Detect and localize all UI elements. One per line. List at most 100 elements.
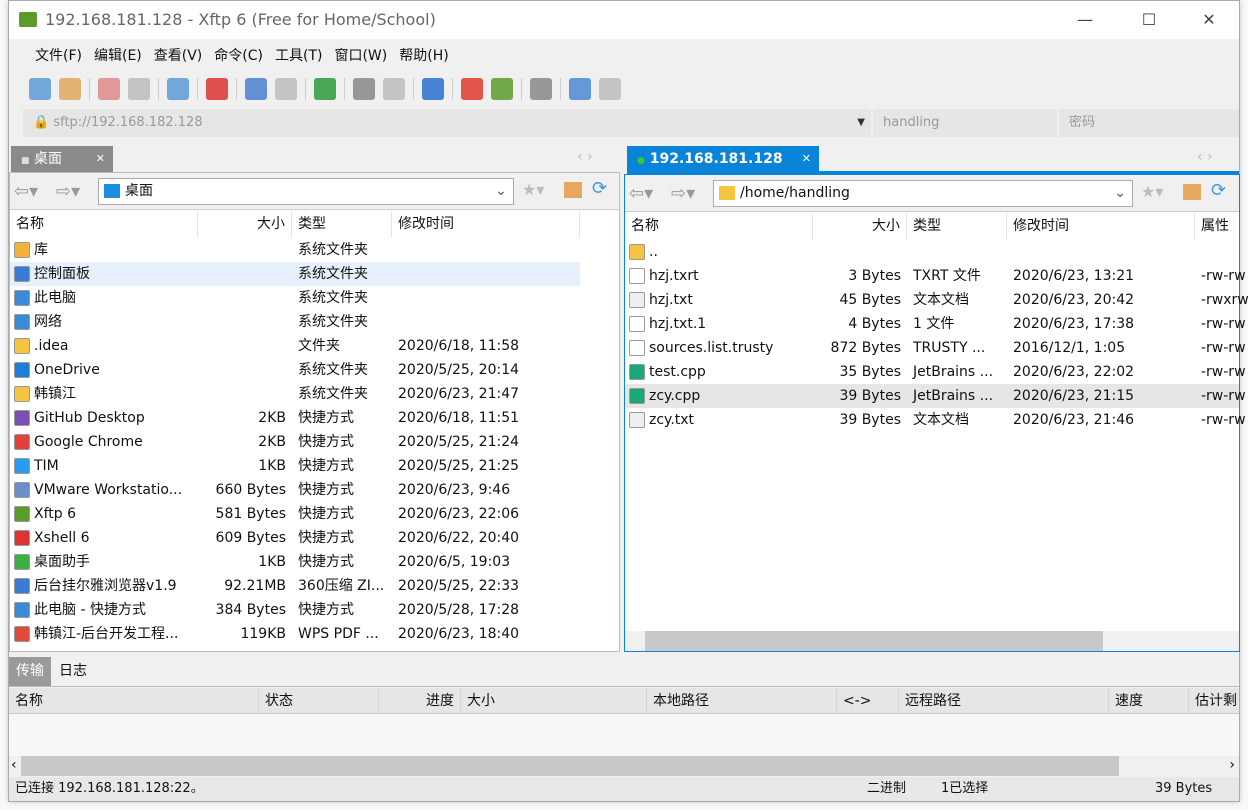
file-row[interactable]: 库 系统文件夹 xyxy=(10,238,619,262)
dropdown-icon[interactable]: ⌄ xyxy=(495,179,507,204)
transfer-column-2[interactable]: 进度 xyxy=(379,688,461,713)
column-2[interactable]: 类型 xyxy=(907,213,1007,240)
tab-remote-session[interactable]: ● 192.168.181.128 ✕ xyxy=(627,146,819,172)
file-row[interactable]: test.cpp 35 Bytes JetBrains ... 2020/6/23, … xyxy=(625,360,1246,384)
file-row[interactable]: .idea 文件夹 2020/6/18, 11:58 xyxy=(10,334,619,358)
back-button[interactable]: ⇦▾ xyxy=(629,183,653,204)
disconnect-icon[interactable] xyxy=(98,78,120,100)
tab-transfer[interactable]: 传输 xyxy=(9,657,51,686)
dropdown-icon[interactable]: ▼ xyxy=(857,109,865,137)
menu-item[interactable]: 工具(T) xyxy=(269,39,328,69)
file-row[interactable]: 此电脑 系统文件夹 xyxy=(10,286,619,310)
menu-item[interactable]: 窗口(W) xyxy=(328,39,393,69)
column-3[interactable]: 修改时间 xyxy=(392,211,580,238)
path-combobox[interactable]: 桌面 ⌄ xyxy=(98,178,514,205)
transfer-mode[interactable]: 二进制 xyxy=(867,777,906,801)
column-0[interactable]: 名称 xyxy=(10,211,198,238)
sync-icon[interactable] xyxy=(314,78,336,100)
menu-item[interactable]: 命令(C) xyxy=(208,39,269,69)
column-2[interactable]: 类型 xyxy=(292,211,392,238)
upload-icon[interactable] xyxy=(245,78,267,100)
file-row[interactable]: Xftp 6 581 Bytes 快捷方式 2020/6/23, 22:06 xyxy=(10,502,619,526)
menu-item[interactable]: 编辑(E) xyxy=(88,39,148,69)
transfer-column-3[interactable]: 大小 xyxy=(461,688,647,713)
refresh-icon[interactable]: ⟳ xyxy=(592,178,607,199)
maximize-button[interactable]: ☐ xyxy=(1129,7,1169,33)
file-row[interactable]: VMware Workstatio... 660 Bytes 快捷方式 2020/6/… xyxy=(10,478,619,502)
menu-item[interactable]: 文件(F) xyxy=(29,39,88,69)
file-row[interactable]: hzj.txrt 3 Bytes TXRT 文件 2020/6/23, 13:21 -r… xyxy=(625,264,1246,288)
file-row[interactable]: 网络 系统文件夹 xyxy=(10,310,619,334)
transfer-column-5[interactable]: <-> xyxy=(837,688,899,713)
file-row[interactable]: 控制面板 系统文件夹 xyxy=(10,262,580,286)
file-row[interactable]: 此电脑 - 快捷方式 384 Bytes 快捷方式 2020/5/28, 17:28 xyxy=(10,598,619,622)
transfer-column-1[interactable]: 状态 xyxy=(259,688,379,713)
help-icon[interactable] xyxy=(569,78,591,100)
path-combobox[interactable]: /home/handling ⌄ xyxy=(713,180,1133,207)
transfer-column-0[interactable]: 名称 xyxy=(9,688,259,713)
copy-icon[interactable] xyxy=(353,78,375,100)
tab-local-desktop[interactable]: ■ 桌面 ✕ xyxy=(11,146,113,172)
download-icon[interactable] xyxy=(275,78,297,100)
host-address-field[interactable]: 🔒 sftp://192.168.182.128 ▼ xyxy=(23,109,871,137)
file-row[interactable]: hzj.txt 45 Bytes 文本文档 2020/6/23, 20:42 -rwxr… xyxy=(625,288,1248,312)
refresh-icon[interactable]: ⟳ xyxy=(1211,180,1226,201)
scrollbar-thumb[interactable] xyxy=(645,631,1103,651)
transfer-scrollbar[interactable]: ‹ › xyxy=(9,756,1239,776)
xshell-icon[interactable] xyxy=(461,78,483,100)
xftp-icon[interactable] xyxy=(491,78,513,100)
column-3[interactable]: 修改时间 xyxy=(1007,213,1195,240)
column-0[interactable]: 名称 xyxy=(625,213,813,240)
tab-scroll-arrows[interactable]: ‹ › xyxy=(577,149,593,165)
file-row[interactable]: TIM 1KB 快捷方式 2020/5/25, 21:25 xyxy=(10,454,619,478)
minimize-button[interactable]: — xyxy=(1065,7,1105,33)
username-field[interactable]: handling xyxy=(873,109,1057,137)
close-tab-icon[interactable]: ✕ xyxy=(96,146,105,172)
transfer-column-7[interactable]: 速度 xyxy=(1109,688,1189,713)
close-button[interactable]: ✕ xyxy=(1189,7,1229,33)
dropdown-icon[interactable]: ⌄ xyxy=(1114,181,1126,206)
file-row[interactable]: 桌面助手 1KB 快捷方式 2020/6/5, 19:03 xyxy=(10,550,619,574)
file-row[interactable]: 韩镇江 系统文件夹 2020/6/23, 21:47 xyxy=(10,382,619,406)
home-folder-icon[interactable] xyxy=(1183,184,1201,200)
new-session-icon[interactable] xyxy=(29,78,51,100)
file-row[interactable]: zcy.txt 39 Bytes 文本文档 2020/6/23, 21:46 -rw-r… xyxy=(625,408,1246,432)
home-folder-icon[interactable] xyxy=(564,182,582,198)
bookmark-icon[interactable]: ★▾ xyxy=(1141,182,1163,201)
bookmark-icon[interactable]: ★▾ xyxy=(522,180,544,199)
password-field[interactable]: 密码 xyxy=(1059,109,1239,137)
transfer-column-8[interactable]: 估计剩 xyxy=(1189,688,1248,713)
tab-scroll-arrows[interactable]: ‹ › xyxy=(1197,149,1213,165)
file-row[interactable]: GitHub Desktop 2KB 快捷方式 2020/6/18, 11:51 xyxy=(10,406,619,430)
transfer-column-4[interactable]: 本地路径 xyxy=(647,688,837,713)
file-row[interactable]: .. xyxy=(625,240,1239,264)
menu-item[interactable]: 查看(V) xyxy=(148,39,209,69)
file-row[interactable]: sources.list.trusty 872 Bytes TRUSTY ... 20… xyxy=(625,336,1246,360)
reconnect-icon[interactable] xyxy=(128,78,150,100)
globe-icon[interactable] xyxy=(422,78,444,100)
file-row[interactable]: OneDrive 系统文件夹 2020/5/25, 20:14 xyxy=(10,358,619,382)
remote-horizontal-scrollbar[interactable] xyxy=(625,631,1239,651)
file-row[interactable]: 韩镇江-后台开发工程... 119KB WPS PDF ... 2020/6/23, … xyxy=(10,622,619,646)
file-row[interactable]: 后台挂尔雅浏览器v1.9 92.21MB 360压缩 ZI... 2020/5/25,… xyxy=(10,574,619,598)
column-1[interactable]: 大小 xyxy=(813,213,907,240)
close-tab-icon[interactable]: ✕ xyxy=(802,146,811,172)
transfer-column-6[interactable]: 远程路径 xyxy=(899,688,1109,713)
back-button[interactable]: ⇦▾ xyxy=(14,181,38,202)
forward-button[interactable]: ⇨▾ xyxy=(56,181,80,202)
media-icon[interactable] xyxy=(206,78,228,100)
paste-icon[interactable] xyxy=(383,78,405,100)
menu-item[interactable]: 帮助(H) xyxy=(393,39,454,69)
file-row[interactable]: Google Chrome 2KB 快捷方式 2020/5/25, 21:24 xyxy=(10,430,619,454)
properties-icon[interactable] xyxy=(167,78,189,100)
column-1[interactable]: 大小 xyxy=(198,211,292,238)
chat-icon[interactable] xyxy=(599,78,621,100)
file-row[interactable]: hzj.txt.1 4 Bytes 1 文件 2020/6/23, 17:38 -rw-… xyxy=(625,312,1246,336)
open-folder-icon[interactable] xyxy=(59,78,81,100)
settings-icon[interactable] xyxy=(530,78,552,100)
file-row[interactable]: Xshell 6 609 Bytes 快捷方式 2020/6/22, 20:40 xyxy=(10,526,619,550)
file-row[interactable]: zcy.cpp 39 Bytes JetBrains ... 2020/6/23, 2… xyxy=(625,384,1246,408)
tab-log[interactable]: 日志 xyxy=(59,657,87,686)
forward-button[interactable]: ⇨▾ xyxy=(671,183,695,204)
column-4[interactable]: 属性 xyxy=(1195,213,1248,240)
